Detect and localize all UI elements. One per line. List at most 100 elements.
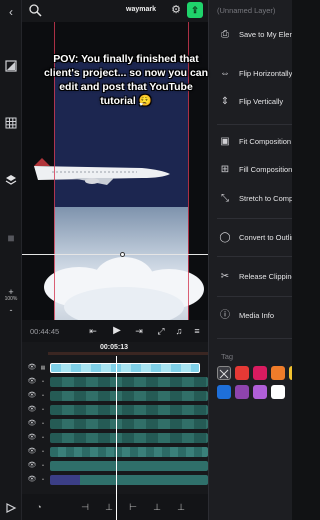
layer-options-panel: (Unnamed Layer) ⎙ Save to My Elements ⇔ … — [208, 0, 292, 520]
gear-icon[interactable]: ⚙ — [169, 3, 183, 17]
fullscreen-icon[interactable]: ⤢ — [154, 324, 168, 338]
flip-vertically-item[interactable]: ⇕ Flip Vertically — [209, 92, 292, 112]
divider — [217, 124, 292, 125]
tag-title: Tag — [221, 352, 234, 361]
layer-type-icon: • — [42, 477, 44, 483]
current-time: 00:05:13 — [100, 344, 129, 351]
save-icon: ⎙ — [221, 29, 229, 40]
menu-label: Stretch to Composition — [239, 194, 292, 203]
camera-icon[interactable]: ■ — [3, 230, 19, 246]
layer-type-icon: • — [42, 463, 44, 469]
timeline-track[interactable]: 👁 • — [22, 418, 208, 430]
visibility-eye-icon[interactable]: 👁 — [27, 475, 37, 485]
visibility-eye-icon[interactable]: 👁 — [27, 447, 37, 457]
trim-right-icon[interactable]: ⊢ — [126, 500, 140, 514]
track-clip[interactable] — [50, 391, 208, 401]
tag-yellow-swatch[interactable] — [289, 366, 292, 380]
split-all-icon[interactable]: ⊥ — [150, 500, 164, 514]
timeline-track[interactable]: 👁 • — [22, 432, 208, 444]
track-clip[interactable] — [50, 461, 208, 471]
fit-icon: ▣ — [220, 136, 230, 147]
transform-handle[interactable] — [120, 252, 125, 257]
track-clip[interactable] — [50, 377, 208, 387]
layer-type-icon: • — [42, 379, 44, 385]
track-clip[interactable] — [50, 433, 208, 443]
track-clip[interactable] — [50, 419, 208, 429]
layer-type-icon: • — [42, 407, 44, 413]
timeline-track[interactable]: 👁 • — [22, 404, 208, 416]
menu-label: Media Info — [239, 311, 275, 320]
timeline-track[interactable]: 👁 • — [22, 376, 208, 388]
tag-red-swatch[interactable] — [235, 366, 249, 380]
timeline-track[interactable]: 👁 • — [22, 390, 208, 402]
timeline-track[interactable]: 👁 • — [22, 446, 208, 458]
layer-name[interactable]: (Unnamed Layer) — [217, 6, 275, 15]
menu-label: Save to My Elements — [239, 30, 292, 39]
save-to-my-elements-item[interactable]: ⎙ Save to My Elements — [209, 25, 292, 45]
timeline-track[interactable]: 👁 ▦ — [22, 362, 208, 374]
play-icon[interactable]: ▶ — [110, 324, 124, 338]
project-title[interactable]: waymark — [126, 6, 156, 13]
fill-composition-item[interactable]: ⊞ Fill Composition — [209, 160, 292, 180]
speed-icon[interactable]: ◔ — [32, 500, 46, 514]
flip-horizontal-icon: ⇔ — [220, 68, 230, 79]
skip-forward-icon[interactable]: ⇥ — [132, 324, 146, 338]
menu-label: Release Clipping — [239, 272, 292, 281]
track-clip[interactable] — [50, 405, 208, 415]
layer-type-icon: • — [42, 449, 44, 455]
airplane-image[interactable] — [32, 158, 172, 186]
timeline[interactable]: 00:05:13 👁 ▦ 👁 • 👁 • 👁 • 👁 • 👁 • 👁 • 👁 • 👁 • ◔ ⊣ ⊥ ⊢ ⊥ ⊥ — [22, 342, 208, 520]
audio-icon[interactable]: ♫ — [172, 324, 186, 338]
visibility-eye-icon[interactable]: 👁 — [27, 433, 37, 443]
tag-none-swatch[interactable] — [217, 366, 231, 380]
flip-vertical-icon: ⇕ — [220, 96, 230, 107]
menu-label: Fill Composition — [239, 165, 292, 174]
menu-label: Flip Vertically — [239, 97, 284, 106]
total-timecode: 00:44:45 — [30, 327, 60, 336]
track-clip[interactable] — [50, 363, 200, 373]
release-clipping-item[interactable]: ✂ Release Clipping — [209, 267, 292, 287]
play-preview-icon[interactable] — [3, 502, 19, 518]
tag-pink-swatch[interactable] — [253, 366, 267, 380]
visibility-eye-icon[interactable]: 👁 — [27, 461, 37, 471]
tag-blue-swatch[interactable] — [217, 385, 231, 399]
aspect-ratio-icon[interactable] — [3, 60, 19, 76]
fit-composition-item[interactable]: ▣ Fit Composition — [209, 132, 292, 152]
tag-purple-swatch[interactable] — [235, 385, 249, 399]
tag-orange-swatch[interactable] — [271, 366, 285, 380]
timeline-track[interactable]: 👁 • — [22, 474, 208, 486]
back-icon[interactable]: ‹ — [3, 4, 19, 20]
tag-white-swatch[interactable] — [271, 385, 285, 399]
playhead[interactable] — [116, 356, 117, 520]
clipping-icon: ✂ — [220, 271, 230, 282]
visibility-eye-icon[interactable]: 👁 — [27, 391, 37, 401]
track-clip[interactable] — [50, 447, 208, 457]
skip-back-icon[interactable]: ⇤ — [86, 324, 100, 338]
media-info-item[interactable]: ⓘ Media Info — [209, 306, 292, 326]
time-ruler[interactable]: 00:05:13 — [22, 342, 208, 358]
layer-type-icon: ▦ — [40, 365, 46, 371]
top-bar: waymark ⚙ ⇪ — [22, 0, 208, 22]
outline-icon: ◯ — [219, 232, 231, 243]
visibility-eye-icon[interactable]: 👁 — [27, 363, 37, 373]
zoom-out-icon[interactable]: - — [3, 302, 19, 318]
tag-violet-swatch[interactable] — [253, 385, 267, 399]
visibility-eye-icon[interactable]: 👁 — [27, 377, 37, 387]
menu-icon[interactable]: ≡ — [190, 324, 204, 338]
convert-to-outline-item[interactable]: ◯ Convert to Outline — [209, 228, 292, 248]
flip-horizontally-item[interactable]: ⇔ Flip Horizontally — [209, 64, 292, 84]
visibility-eye-icon[interactable]: 👁 — [27, 405, 37, 415]
visibility-eye-icon[interactable]: 👁 — [27, 419, 37, 429]
divider — [217, 256, 292, 257]
delete-icon[interactable]: ⊥ — [174, 500, 188, 514]
track-clip[interactable] — [50, 475, 208, 485]
magic-wand-icon[interactable] — [28, 3, 42, 17]
timeline-track[interactable]: 👁 • — [22, 460, 208, 472]
divider — [217, 338, 292, 339]
stretch-to-composition-item[interactable]: ⤡ Stretch to Composition — [209, 189, 292, 209]
split-icon[interactable]: ⊥ — [102, 500, 116, 514]
grid-icon[interactable] — [3, 117, 19, 133]
export-button[interactable]: ⇪ — [187, 2, 203, 18]
layers-icon[interactable] — [3, 174, 19, 190]
trim-left-icon[interactable]: ⊣ — [78, 500, 92, 514]
